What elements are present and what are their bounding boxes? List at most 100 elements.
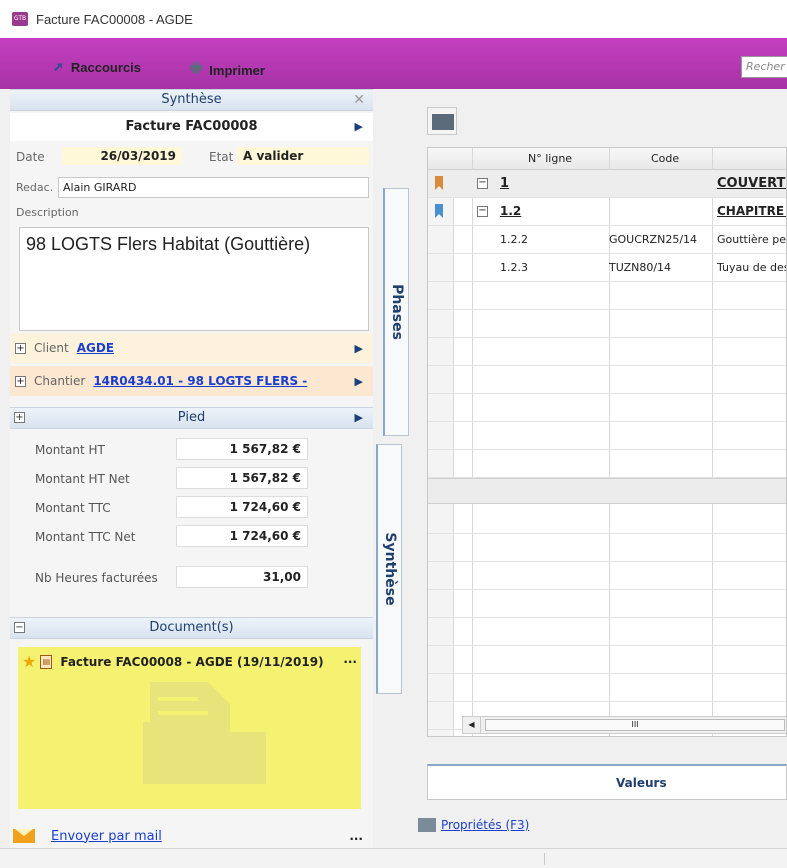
description-field[interactable]: 98 LOGTS Flers Habitat (Gouttière) — [19, 227, 369, 331]
row-code: TUZN80/14 — [609, 261, 672, 274]
shortcut-icon: ➚ — [53, 59, 64, 74]
etat-field[interactable]: A valider — [237, 147, 369, 165]
table-row — [428, 338, 786, 366]
scroll-left-icon[interactable]: ◀ — [463, 717, 481, 733]
status-bar — [0, 848, 787, 868]
table-row — [428, 450, 786, 478]
row-label: Gouttière pe — [717, 233, 786, 246]
table-row — [428, 394, 786, 422]
client-link[interactable]: AGDE — [77, 341, 114, 355]
redac-field[interactable]: Alain GIRARD — [58, 177, 369, 198]
tab-valeurs[interactable]: Valeurs — [427, 764, 787, 800]
proprietes-row: Propriétés (F3) — [418, 818, 529, 832]
raccourcis-button[interactable]: ➚ Raccourcis — [53, 59, 141, 75]
montant-label: Montant HT — [35, 443, 105, 457]
expand-icon[interactable]: + — [15, 342, 26, 354]
table-row — [428, 674, 786, 702]
documents-header: − Document(s) — [10, 617, 373, 639]
expand-icon[interactable]: + — [14, 412, 25, 423]
table-row[interactable]: 1.2.3 TUZN80/14 Tuyau de des — [428, 254, 787, 282]
row-label: CHAPITRE 1 — [717, 204, 786, 218]
close-icon[interactable]: ✕ — [353, 90, 365, 110]
tab-phases[interactable]: Phases — [383, 188, 409, 436]
synthese-panel: Synthèse ✕ Facture FAC00008 ▶ Date 26/03… — [10, 89, 373, 848]
montant-value: 1 567,82 € — [176, 438, 308, 460]
table-row — [428, 534, 786, 562]
bookmark-icon — [435, 176, 443, 190]
table-row[interactable]: 1.2.2 GOUCRZN25/14 Gouttière pe — [428, 226, 786, 254]
synthese-header: Synthèse ✕ — [10, 89, 373, 111]
arrow-right-icon[interactable]: ▶ — [355, 113, 363, 141]
table-row — [428, 590, 786, 618]
client-label: Client — [34, 341, 69, 355]
montant-value: 1 567,82 € — [176, 467, 308, 489]
imprimer-button[interactable]: 🖶 Imprimer — [190, 59, 265, 81]
description-label: Description — [16, 206, 79, 219]
tab-valeurs-label: Valeurs — [616, 776, 667, 790]
documents-area: ★ ▤ Facture FAC00008 - AGDE (19/11/2019)… — [18, 647, 361, 809]
more-button[interactable]: ... — [349, 829, 363, 843]
row-label: Tuyau de des — [717, 261, 787, 274]
expand-icon[interactable]: + — [15, 375, 26, 387]
pied-header: + Pied ▶ — [10, 407, 373, 429]
mail-row: Envoyer par mail ... — [10, 825, 373, 847]
bookmark-icon — [435, 204, 443, 218]
facture-title: Facture FAC00008 ▶ — [10, 113, 373, 141]
col-header-code[interactable]: Code — [651, 152, 679, 165]
envelope-icon — [13, 829, 35, 843]
tab-phases-label: Phases — [388, 284, 405, 340]
row-num: 1.2.2 — [500, 233, 528, 246]
title-bar: GTB Facture FAC00008 - AGDE — [0, 0, 787, 38]
proprietes-link[interactable]: Propriétés (F3) — [441, 818, 529, 832]
tab-synthese[interactable]: Synthèse — [376, 444, 402, 694]
montant-label: Montant TTC Net — [35, 530, 136, 544]
collapse-icon[interactable]: − — [14, 622, 25, 633]
status-divider — [544, 853, 545, 865]
date-label: Date — [16, 150, 45, 164]
table-row[interactable]: − 1 COUVERTU — [428, 170, 786, 198]
table-row — [428, 562, 786, 590]
printer-icon: 🖶 — [190, 60, 203, 75]
heures-label: Nb Heures facturées — [35, 571, 158, 585]
imprimer-label: Imprimer — [209, 62, 265, 78]
collapse-icon[interactable]: − — [477, 206, 488, 217]
table-row — [428, 618, 786, 646]
col-header-ligne[interactable]: N° ligne — [528, 152, 572, 165]
folder-watermark-icon — [143, 682, 266, 784]
scroll-thumb[interactable]: III — [485, 719, 785, 731]
montant-label: Montant HT Net — [35, 472, 130, 486]
horizontal-scrollbar[interactable]: ◀ III — [462, 716, 786, 734]
properties-tool-icon[interactable] — [427, 107, 457, 135]
arrow-right-icon[interactable]: ▶ — [355, 408, 363, 428]
montant-value: 1 724,60 € — [176, 525, 308, 547]
table-row — [428, 310, 786, 338]
date-field[interactable]: 26/03/2019 — [62, 147, 182, 165]
row-num: 1.2.3 — [500, 261, 528, 274]
search-input[interactable]: Recher — [741, 56, 787, 78]
raccourcis-label: Raccourcis — [70, 59, 141, 75]
table-row — [428, 282, 786, 310]
arrow-right-icon[interactable]: ▶ — [355, 375, 363, 388]
right-pane: N° ligne Code − 1 COUVERTU − 1.2 CHAPITR… — [413, 89, 787, 868]
table-row — [428, 422, 786, 450]
arrow-right-icon[interactable]: ▶ — [355, 342, 363, 355]
table-row — [428, 366, 786, 394]
table-row — [428, 646, 786, 674]
montant-label: Montant TTC — [35, 501, 111, 515]
heures-value: 31,00 — [176, 566, 308, 588]
grid-group-separator — [428, 478, 786, 504]
envoyer-mail-link[interactable]: Envoyer par mail — [51, 829, 162, 844]
row-code: GOUCRZN25/14 — [609, 233, 698, 246]
row-label: COUVERTU — [717, 176, 786, 191]
etat-label: Etat — [209, 150, 234, 164]
ribbon: ➚ Raccourcis 🖶 Imprimer Recher — [0, 38, 787, 89]
table-row[interactable]: − 1.2 CHAPITRE 1 — [428, 198, 786, 226]
chantier-link[interactable]: 14R0434.01 - 98 LOGTS FLERS - — [93, 374, 307, 388]
properties-icon — [418, 818, 436, 832]
lines-grid: N° ligne Code − 1 COUVERTU − 1.2 CHAPITR… — [427, 147, 787, 737]
grid-header: N° ligne Code — [428, 148, 786, 170]
collapse-icon[interactable]: − — [477, 178, 488, 189]
redac-label: Redac. — [16, 181, 54, 194]
chantier-label: Chantier — [34, 374, 86, 388]
row-num: 1 — [500, 176, 510, 191]
